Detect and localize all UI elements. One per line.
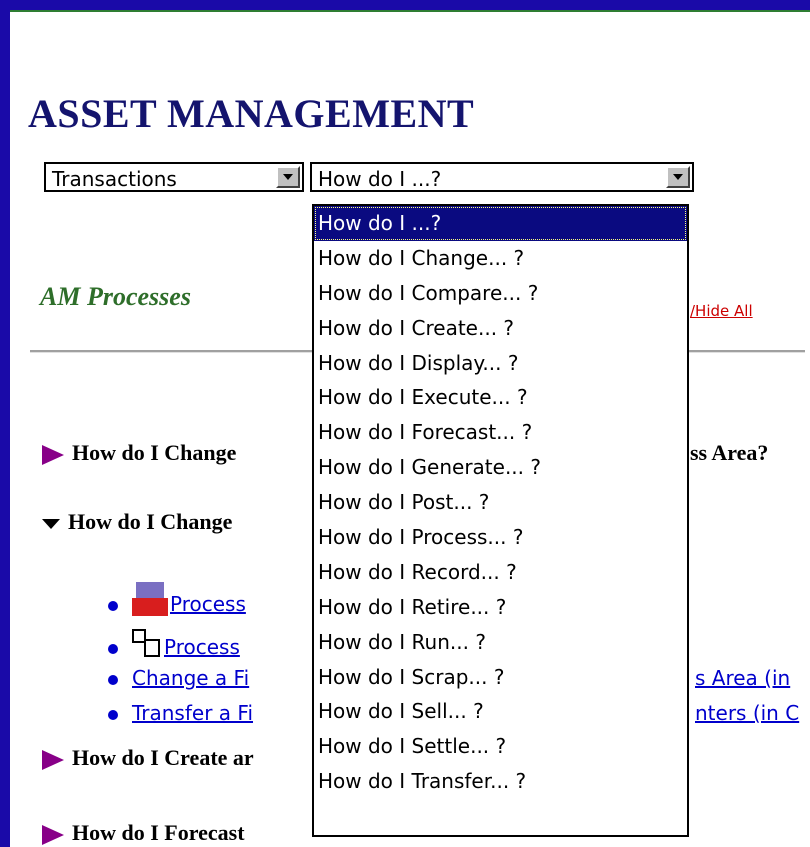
dropdown-option[interactable]: How do I Transfer... ? [314,764,687,799]
how-do-i-dropdown-button[interactable] [666,166,690,188]
how-do-i-dropdown-list[interactable]: How do I ...? How do I Change... ? How do … [312,204,689,837]
heading-text: How do I Create ar [72,745,254,770]
show-hide-all-link[interactable]: /Hide All [690,302,753,320]
expand-arrow-icon[interactable] [42,444,64,465]
dropdown-option[interactable]: How do I Compare... ? [314,276,687,311]
section-heading-change-2[interactable]: How do I Change [42,509,232,535]
list-item[interactable]: Process [108,629,240,659]
change-link-tail[interactable]: s Area (in [695,666,790,690]
heading-text-tail: ss Area? [690,440,769,465]
section-label: AM Processes [40,282,191,311]
transactions-select[interactable]: Transactions [44,162,304,192]
bullet-icon [108,643,118,654]
heading-text: How do I Forecast [72,820,245,845]
dropdown-option[interactable]: How do I Forecast... ? [314,415,687,450]
transactions-dropdown-button[interactable] [276,166,300,188]
how-do-i-select-value: How do I ...? [318,167,442,191]
page-frame: ASSET MANAGEMENT Transactions How do I .… [10,10,810,847]
section-heading-change-1[interactable]: How do I Change [42,440,236,466]
bullet-icon [108,674,118,685]
dropdown-option[interactable]: How do I Run... ? [314,625,687,660]
page-title: ASSET MANAGEMENT [28,91,475,136]
transactions-select-value: Transactions [52,167,177,191]
transaction-icon[interactable] [132,582,168,616]
dropdown-arrow-icon [673,174,683,180]
list-item[interactable]: Process [108,582,246,616]
dropdown-option[interactable]: How do I Scrap... ? [314,660,687,695]
how-do-i-select[interactable]: How do I ...? [310,162,694,192]
dropdown-option[interactable]: How do I Display... ? [314,346,687,381]
dropdown-option[interactable]: How do I Post... ? [314,485,687,520]
section-heading-forecast[interactable]: How do I Forecast [42,820,245,846]
dropdown-option[interactable]: How do I Generate... ? [314,450,687,485]
expand-arrow-icon[interactable] [42,824,64,845]
section-heading-create[interactable]: How do I Create ar [42,745,254,771]
transfer-link[interactable]: Transfer a Fi [132,701,253,725]
process-tree-icon[interactable] [132,629,162,659]
collapse-arrow-icon[interactable] [42,518,60,529]
dropdown-option[interactable]: How do I Record... ? [314,555,687,590]
bullet-icon [108,600,118,611]
heading-text: How do I Change [72,440,237,465]
expand-arrow-icon[interactable] [42,749,64,770]
bullet-icon [108,709,118,720]
change-link[interactable]: Change a Fi [132,666,249,690]
dropdown-option[interactable]: How do I ...? [314,206,687,241]
dropdown-option[interactable]: How do I Create... ? [314,311,687,346]
list-item[interactable]: Transfer a Fi [108,701,253,725]
dropdown-option[interactable]: How do I Process... ? [314,520,687,555]
list-item[interactable]: Change a Fi [108,666,249,690]
heading-text: How do I Change [68,509,233,534]
dropdown-option[interactable]: How do I Retire... ? [314,590,687,625]
process-link[interactable]: Process [170,592,246,616]
process-link[interactable]: Process [164,635,240,659]
dropdown-option[interactable]: How do I Execute... ? [314,380,687,415]
dropdown-option[interactable]: How do I Change... ? [314,241,687,276]
transfer-link-tail[interactable]: nters (in C [695,701,799,725]
dropdown-option[interactable]: How do I Settle... ? [314,729,687,764]
dropdown-option[interactable]: How do I Sell... ? [314,694,687,729]
dropdown-arrow-icon [283,174,293,180]
